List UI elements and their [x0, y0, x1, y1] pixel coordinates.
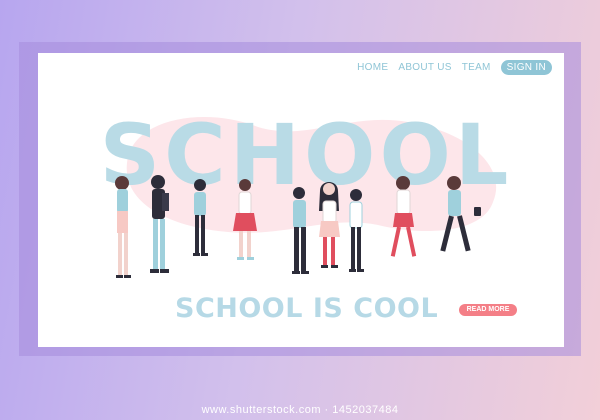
read-more-button[interactable]: READ MORE	[459, 304, 517, 316]
student-figure	[349, 189, 364, 272]
landing-page: HOME ABOUT US TEAM SIGN IN SCHOOL SCHOOL…	[38, 53, 564, 347]
student-figure	[292, 187, 309, 274]
nav-team-link[interactable]: TEAM	[462, 62, 491, 73]
nav-about-link[interactable]: ABOUT US	[398, 62, 451, 73]
tagline: SCHOOL IS COOL	[175, 293, 439, 324]
student-figure	[390, 176, 417, 257]
sign-in-button[interactable]: SIGN IN	[500, 60, 552, 75]
top-nav: HOME ABOUT US TEAM SIGN IN	[357, 60, 552, 75]
student-figure	[193, 179, 208, 256]
students-illustration	[115, 175, 481, 278]
footer-credit: www.shutterstock.com · 1452037484	[201, 404, 399, 416]
student-figure	[440, 176, 481, 252]
nav-home-link[interactable]: HOME	[357, 62, 388, 73]
student-figure	[233, 179, 257, 260]
student-figure	[150, 175, 169, 273]
student-figure	[115, 176, 131, 278]
student-figure	[319, 182, 340, 268]
